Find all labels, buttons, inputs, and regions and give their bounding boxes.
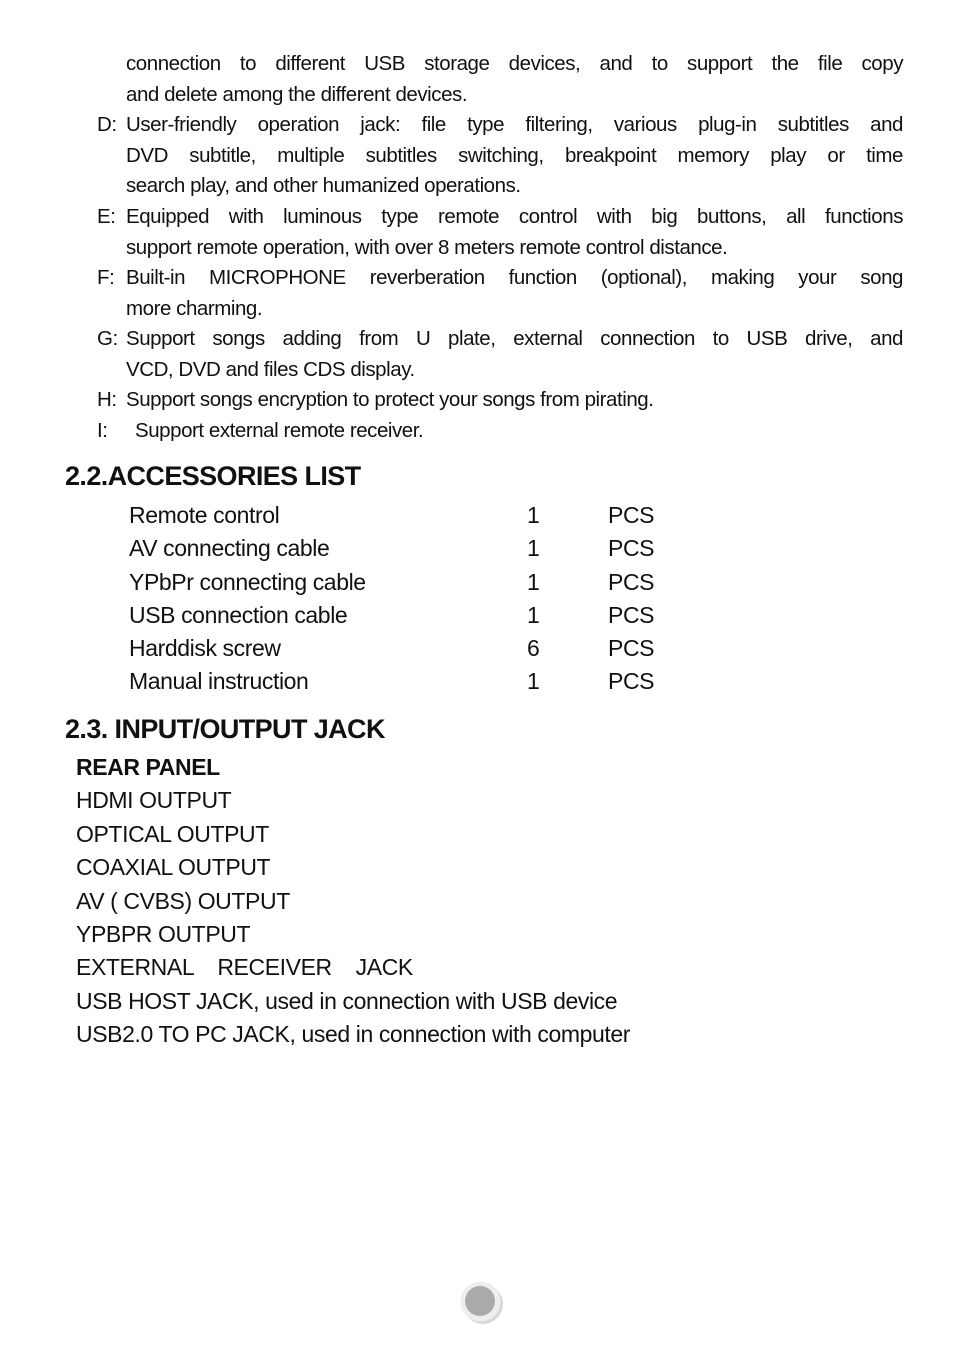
- list-item: AV connecting cable 1 PCS: [129, 532, 689, 565]
- feature-label: F:: [97, 266, 115, 289]
- accessory-unit: PCS: [608, 568, 655, 595]
- continuation-paragraph: connection to different USB storage devi…: [126, 49, 903, 110]
- feature-label: I:: [97, 419, 108, 442]
- section-heading-io-jack: 2.3. INPUT/OUTPUT JACK: [65, 714, 385, 744]
- feature-label: D:: [97, 113, 117, 136]
- accessory-name: USB connection cable: [129, 601, 348, 628]
- accessory-qty: 1: [527, 535, 540, 562]
- feature-item-e: E: Equipped with luminous type remote con…: [97, 202, 903, 263]
- accessory-qty: 1: [527, 568, 540, 595]
- page-dot-fill: [465, 1286, 495, 1316]
- feature-text: Support songs encryption to protect your…: [126, 388, 654, 411]
- accessory-unit: PCS: [608, 535, 655, 562]
- feature-item-f: F: Built-in MICROPHONE reverberation func…: [97, 263, 903, 324]
- accessory-name: Manual instruction: [129, 668, 309, 695]
- feature-text: VCD, DVD and files CDS display.: [126, 357, 415, 381]
- continuation-line: connection to different USB storage devi…: [126, 52, 903, 75]
- accessory-unit: PCS: [608, 601, 655, 628]
- accessory-qty: 6: [527, 635, 540, 662]
- accessory-name: Remote control: [129, 502, 280, 528]
- feature-text: DVD subtitle, multiple subtitles switchi…: [126, 143, 903, 167]
- feature-text: Built-in MICROPHONE reverberation functi…: [126, 266, 903, 289]
- list-item: USB2.0 TO PC JACK, used in connection wi…: [76, 1021, 631, 1048]
- feature-item-h: H: Support songs encryption to protect yo…: [97, 385, 903, 416]
- accessory-name: Harddisk screw: [129, 635, 281, 662]
- feature-label: G:: [97, 327, 118, 350]
- feature-text: more charming.: [126, 296, 263, 320]
- accessory-qty: 1: [527, 668, 540, 695]
- list-item: EXTERNAL RECEIVER JACK: [76, 954, 413, 981]
- feature-label: H:: [97, 388, 117, 411]
- page-dot-icon: [460, 1281, 503, 1324]
- list-item: USB HOST JACK, used in connection with U…: [76, 987, 618, 1014]
- accessories-list: Remote control 1 PCS AV connecting cable 1 P…: [129, 499, 689, 699]
- list-item: YPBPR OUTPUT: [76, 920, 251, 947]
- accessory-qty: 1: [527, 502, 540, 528]
- io-jack-list: REAR PANEL HDMI OUTPUT OPTICAL OUTPUT CO…: [76, 751, 630, 1052]
- accessory-unit: PCS: [608, 668, 655, 695]
- feature-text: Equipped with luminous type remote contr…: [126, 205, 903, 228]
- feature-item-g: G: Support songs adding from U plate, ext…: [97, 324, 903, 385]
- list-item: Remote control 1 PCS: [129, 499, 689, 532]
- feature-text: Support external remote receiver.: [135, 419, 424, 442]
- feature-item-i: I: Support external remote receiver.: [97, 416, 903, 447]
- feature-text: Support songs adding from U plate, exter…: [126, 327, 903, 350]
- feature-label: E:: [97, 205, 116, 228]
- feature-text: support remote operation, with over 8 me…: [126, 235, 728, 259]
- section-heading-accessories: 2.2.ACCESSORIES LIST: [65, 461, 361, 491]
- accessory-unit: PCS: [608, 635, 655, 662]
- list-item: AV ( CVBS) OUTPUT: [76, 887, 290, 914]
- feature-item-d: D: User-friendly operation jack: file typ…: [97, 110, 903, 202]
- accessory-qty: 1: [527, 601, 540, 628]
- list-item: Harddisk screw 6 PCS: [129, 632, 689, 665]
- accessory-name: AV connecting cable: [129, 535, 330, 562]
- feature-text: User-friendly operation jack: file type …: [126, 113, 903, 136]
- list-item: OPTICAL OUTPUT: [76, 820, 269, 847]
- list-item: USB connection cable 1 PCS: [129, 599, 689, 632]
- continuation-line: and delete among the different devices.: [126, 82, 468, 106]
- rear-panel-subheading: REAR PANEL: [76, 754, 220, 780]
- list-item: HDMI OUTPUT: [76, 787, 232, 814]
- list-item: Manual instruction 1 PCS: [129, 665, 689, 698]
- accessory-unit: PCS: [608, 502, 655, 528]
- accessory-name: YPbPr connecting cable: [129, 568, 366, 595]
- list-item: COAXIAL OUTPUT: [76, 854, 271, 881]
- list-item: YPbPr connecting cable 1 PCS: [129, 566, 689, 599]
- feature-text: search play, and other humanized operati…: [126, 174, 521, 198]
